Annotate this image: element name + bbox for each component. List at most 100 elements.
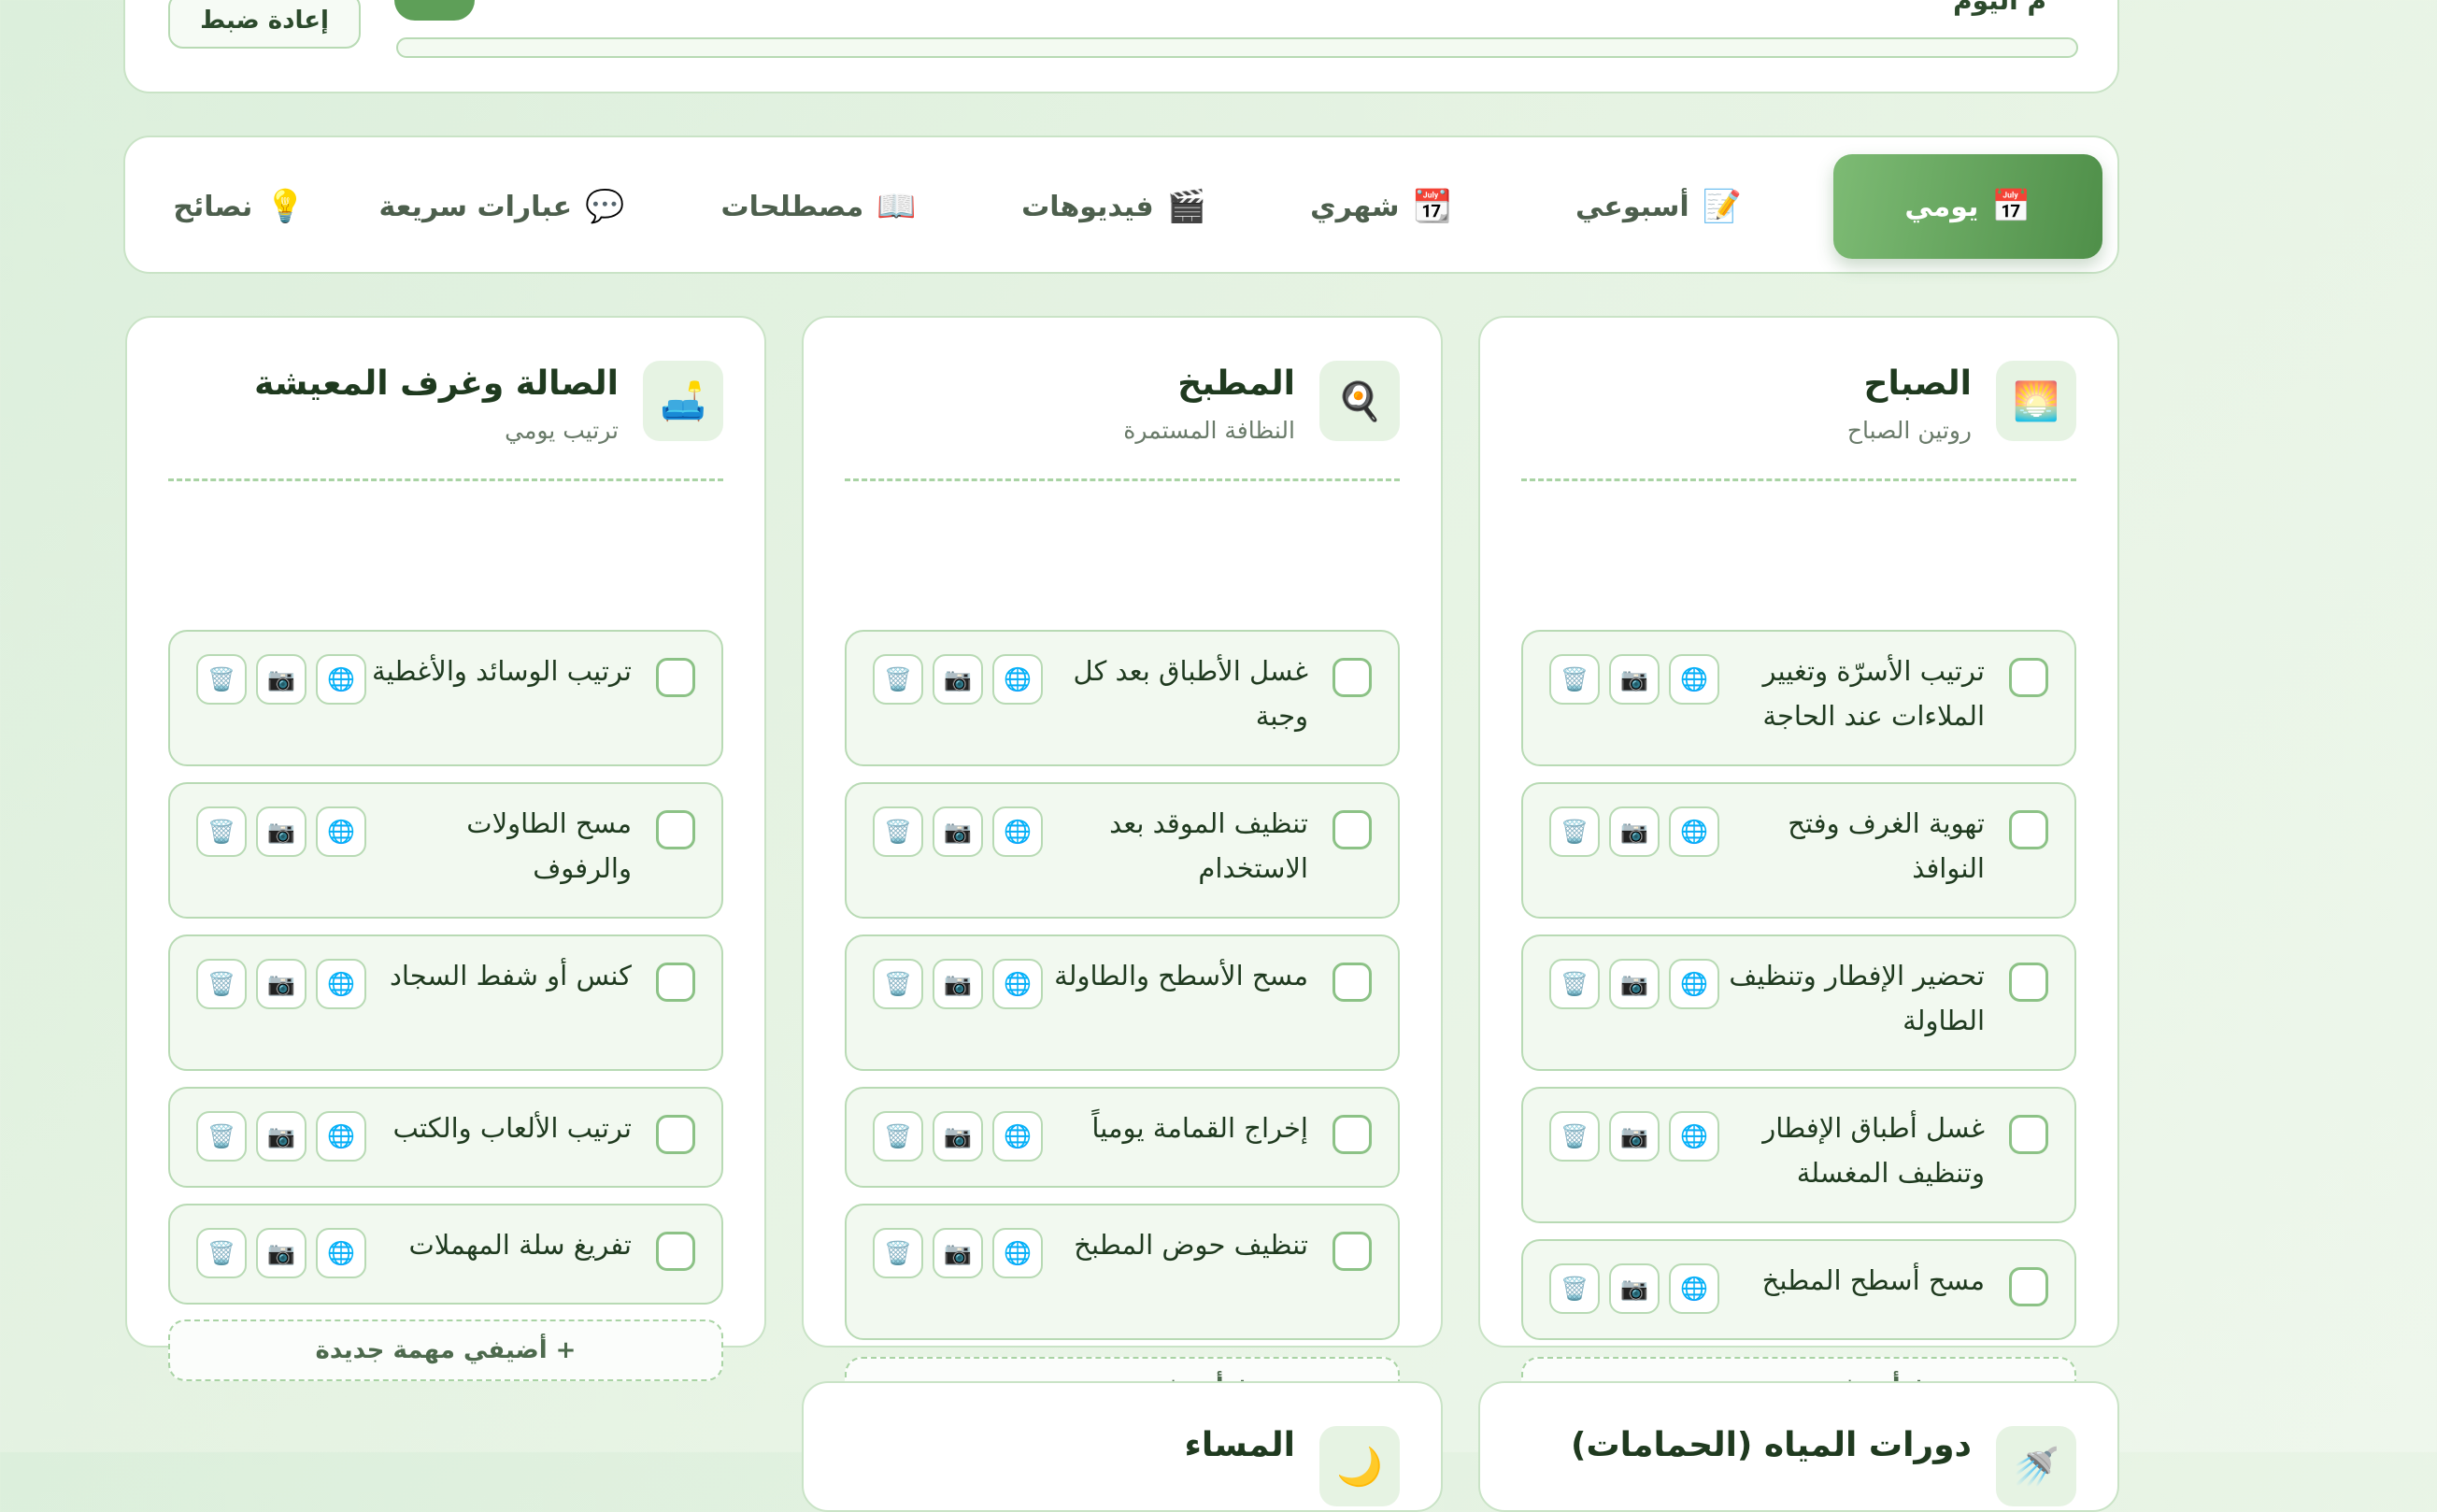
task-checkbox[interactable] <box>656 1115 695 1154</box>
delete-icon[interactable]: 🗑️ <box>1549 806 1600 857</box>
tab-label: أسبوعي <box>1575 190 1689 223</box>
divider <box>845 478 1400 481</box>
camera-icon[interactable]: 📷 <box>933 806 983 857</box>
task-item: مسح الطاولات والرفوف 🗑️ 📷 🌐 <box>168 782 723 919</box>
delete-icon[interactable]: 🗑️ <box>1549 1263 1600 1314</box>
task-checkbox[interactable] <box>2009 658 2048 697</box>
task-label: غسل أطباق الإفطار وتنظيف المغسلة <box>1762 1112 1985 1189</box>
tab-bar: 📅 يومي 📝 أسبوعي 📆 شهري 🎬 فيديوهات 📖 مصطل… <box>123 136 2119 274</box>
task-checkbox[interactable] <box>1333 810 1372 849</box>
task-checkbox[interactable] <box>1333 963 1372 1002</box>
card-subtitle: ترتيب يومي <box>505 417 619 444</box>
task-item: إخراج القمامة يومياً 🗑️ 📷 🌐 <box>845 1087 1400 1188</box>
camera-icon[interactable]: 📷 <box>933 959 983 1009</box>
task-checkbox[interactable] <box>656 1232 695 1271</box>
task-checkbox[interactable] <box>656 658 695 697</box>
task-checkbox[interactable] <box>2009 1115 2048 1154</box>
delete-icon[interactable]: 🗑️ <box>196 1111 247 1162</box>
task-actions: 🗑️ 📷 🌐 <box>1549 1111 1719 1162</box>
delete-icon[interactable]: 🗑️ <box>196 654 247 705</box>
delete-icon[interactable]: 🗑️ <box>873 806 923 857</box>
task-checkbox[interactable] <box>2009 1267 2048 1306</box>
globe-icon[interactable]: 🌐 <box>992 1228 1043 1278</box>
task-item: مسح أسطح المطبخ 🗑️ 📷 🌐 <box>1521 1239 2076 1340</box>
add-task-button[interactable]: + أضيفي مهمة جديدة <box>168 1319 723 1381</box>
camera-icon[interactable]: 📷 <box>256 654 306 705</box>
delete-icon[interactable]: 🗑️ <box>1549 1111 1600 1162</box>
globe-icon[interactable]: 🌐 <box>316 1228 366 1278</box>
camera-icon[interactable]: 📷 <box>256 959 306 1009</box>
reset-button[interactable]: إعادة ضبط <box>168 0 361 49</box>
task-actions: 🗑️ 📷 🌐 <box>873 959 1043 1009</box>
task-item: كنس أو شفط السجاد 🗑️ 📷 🌐 <box>168 934 723 1071</box>
task-checkbox[interactable] <box>656 963 695 1002</box>
globe-icon[interactable]: 🌐 <box>992 959 1043 1009</box>
progress-bar <box>396 37 2078 58</box>
camera-icon[interactable]: 📷 <box>256 806 306 857</box>
globe-icon[interactable]: 🌐 <box>316 1111 366 1162</box>
tab-tips[interactable]: 💡 نصائح <box>155 154 323 259</box>
moon-icon: 🌙 <box>1319 1426 1400 1506</box>
globe-icon[interactable]: 🌐 <box>1669 1263 1719 1314</box>
delete-icon[interactable]: 🗑️ <box>1549 654 1600 705</box>
task-checkbox[interactable] <box>656 810 695 849</box>
task-actions: 🗑️ 📷 🌐 <box>196 959 366 1009</box>
camera-icon[interactable]: 📷 <box>1609 1111 1660 1162</box>
tab-videos[interactable]: 🎬 فيديوهات <box>1002 154 1226 259</box>
tab-label: عبارات سريعة <box>378 190 573 223</box>
task-label: كنس أو شفط السجاد <box>390 960 632 991</box>
task-checkbox[interactable] <box>1333 1115 1372 1154</box>
task-checkbox[interactable] <box>1333 1232 1372 1271</box>
tab-daily[interactable]: 📅 يومي <box>1833 154 2102 259</box>
delete-icon[interactable]: 🗑️ <box>873 654 923 705</box>
camera-icon[interactable]: 📷 <box>933 1111 983 1162</box>
globe-icon[interactable]: 🌐 <box>1669 654 1719 705</box>
camera-icon[interactable]: 📷 <box>256 1228 306 1278</box>
globe-icon[interactable]: 🌐 <box>316 654 366 705</box>
task-checkbox[interactable] <box>2009 810 2048 849</box>
task-item: ترتيب الألعاب والكتب 🗑️ 📷 🌐 <box>168 1087 723 1188</box>
task-label: تفريغ سلة المهملات <box>408 1229 632 1261</box>
task-actions: 🗑️ 📷 🌐 <box>1549 654 1719 705</box>
globe-icon[interactable]: 🌐 <box>316 959 366 1009</box>
notepad-icon: 📝 <box>1702 188 1743 225</box>
tab-label: يومي <box>1904 190 1979 223</box>
delete-icon[interactable]: 🗑️ <box>196 959 247 1009</box>
globe-icon[interactable]: 🌐 <box>992 654 1043 705</box>
tab-monthly[interactable]: 📆 شهري <box>1288 154 1475 259</box>
tab-terms[interactable]: 📖 مصطلحات <box>706 154 931 259</box>
task-actions: 🗑️ 📷 🌐 <box>196 1111 366 1162</box>
progress-status: م اليوم <box>1953 0 2046 16</box>
delete-icon[interactable]: 🗑️ <box>873 1228 923 1278</box>
camera-icon[interactable]: 📷 <box>256 1111 306 1162</box>
delete-icon[interactable]: 🗑️ <box>873 959 923 1009</box>
camera-icon[interactable]: 📷 <box>933 654 983 705</box>
camera-icon[interactable]: 📷 <box>933 1228 983 1278</box>
task-checkbox[interactable] <box>2009 963 2048 1002</box>
tab-quick-phrases[interactable]: 💬 عبارات سريعة <box>366 154 637 259</box>
task-item: تفريغ سلة المهملات 🗑️ 📷 🌐 <box>168 1204 723 1305</box>
tab-weekly[interactable]: 📝 أسبوعي <box>1551 154 1766 259</box>
task-item: غسل أطباق الإفطار وتنظيف المغسلة 🗑️ 📷 🌐 <box>1521 1087 2076 1223</box>
globe-icon[interactable]: 🌐 <box>1669 1111 1719 1162</box>
task-checkbox[interactable] <box>1333 658 1372 697</box>
card-bathrooms: 🚿 دورات المياه (الحمامات) <box>1478 1381 2119 1512</box>
globe-icon[interactable]: 🌐 <box>1669 959 1719 1009</box>
delete-icon[interactable]: 🗑️ <box>196 806 247 857</box>
delete-icon[interactable]: 🗑️ <box>1549 959 1600 1009</box>
globe-icon[interactable]: 🌐 <box>992 806 1043 857</box>
globe-icon[interactable]: 🌐 <box>1669 806 1719 857</box>
task-actions: 🗑️ 📷 🌐 <box>1549 959 1719 1009</box>
task-label: ترتيب الألعاب والكتب <box>392 1112 632 1144</box>
globe-icon[interactable]: 🌐 <box>316 806 366 857</box>
task-label: مسح الأسطح والطاولة <box>1054 960 1308 991</box>
globe-icon[interactable]: 🌐 <box>992 1111 1043 1162</box>
camera-icon[interactable]: 📷 <box>1609 1263 1660 1314</box>
camera-icon[interactable]: 📷 <box>1609 654 1660 705</box>
camera-icon[interactable]: 📷 <box>1609 806 1660 857</box>
delete-icon[interactable]: 🗑️ <box>196 1228 247 1278</box>
calendar-month-icon: 📆 <box>1412 188 1452 225</box>
delete-icon[interactable]: 🗑️ <box>873 1111 923 1162</box>
task-label: إخراج القمامة يومياً <box>1091 1112 1308 1144</box>
camera-icon[interactable]: 📷 <box>1609 959 1660 1009</box>
